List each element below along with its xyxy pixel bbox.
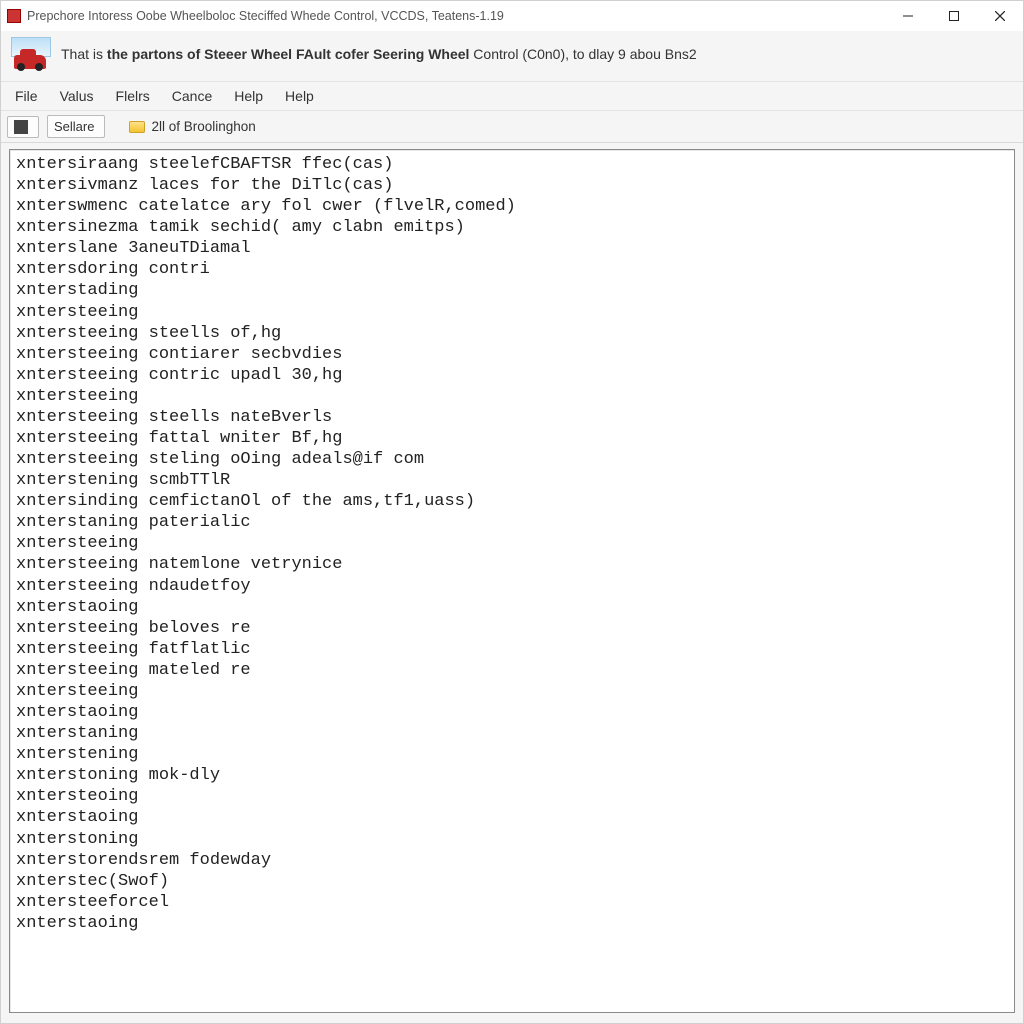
editor-line: xntersteeing fattal wniter Bf,hg — [16, 428, 1008, 449]
editor-line: xntersinding cemfictanOl of the ams,tf1,… — [16, 491, 1008, 512]
editor-line: xntersteeing — [16, 533, 1008, 554]
minimize-button[interactable] — [885, 1, 931, 31]
editor-line: xntersteeing fatflatlic — [16, 639, 1008, 660]
editor-line: xntersteoing — [16, 786, 1008, 807]
output-textarea[interactable]: xntersiraang steelefCBAFTSR ffec(cas)xnt… — [9, 149, 1015, 1013]
editor-line: xntersteeing contiarer secbvdies — [16, 344, 1008, 365]
menu-help-1[interactable]: Help — [224, 86, 273, 106]
editor-line: xnterswmenc catelatce ary fol cwer (flve… — [16, 196, 1008, 217]
status-text: 2ll of Broolinghon — [151, 119, 255, 134]
header-row: That is the partons of Steeer Wheel FAul… — [1, 31, 1023, 81]
editor-line: xnterstorendsrem fodewday — [16, 850, 1008, 871]
editor-line: xnterstaning — [16, 723, 1008, 744]
editor-line: xnterstening — [16, 744, 1008, 765]
toolbar: Sellare 2ll of Broolinghon — [1, 111, 1023, 143]
maximize-button[interactable] — [931, 1, 977, 31]
menubar: File Valus Flelrs Cance Help Help — [1, 81, 1023, 111]
app-window: Prepchore Intoress Oobe Wheelboloc Steci… — [0, 0, 1024, 1024]
menu-file[interactable]: File — [5, 86, 48, 106]
editor-line: xntersteeing beloves re — [16, 618, 1008, 639]
editor-line: xnterslane 3aneuTDiamal — [16, 238, 1008, 259]
toolbar-icon-button[interactable] — [7, 116, 39, 138]
window-title: Prepchore Intoress Oobe Wheelboloc Steci… — [27, 9, 885, 23]
app-icon — [7, 9, 21, 23]
editor-line: xntersivmanz laces for the DiTlc(cas) — [16, 175, 1008, 196]
editor-line: xnterstading — [16, 280, 1008, 301]
editor-line: xnterstaoing — [16, 807, 1008, 828]
sellare-button[interactable]: Sellare — [47, 115, 105, 138]
maximize-icon — [949, 11, 959, 21]
editor-line: xnterstaoing — [16, 702, 1008, 723]
editor-line: xntersteeing ndaudetfoy — [16, 576, 1008, 597]
editor-line: xnterstaoing — [16, 597, 1008, 618]
editor-line: xntersteeing — [16, 302, 1008, 323]
window-controls — [885, 1, 1023, 31]
editor-line: xnterstec(Swof) — [16, 871, 1008, 892]
editor-line: xntersinezma tamik sechid( amy clabn emi… — [16, 217, 1008, 238]
menu-valus[interactable]: Valus — [50, 86, 104, 106]
editor-line: xntersteeing steells of,hg — [16, 323, 1008, 344]
editor-line: xntersteeing mateled re — [16, 660, 1008, 681]
menu-flelrs[interactable]: Flelrs — [106, 86, 160, 106]
editor-line: xntersteeing steling oOing adeals@if com — [16, 449, 1008, 470]
editor-line: xntersteeing — [16, 386, 1008, 407]
titlebar: Prepchore Intoress Oobe Wheelboloc Steci… — [1, 1, 1023, 31]
editor-line: xnterstoning — [16, 829, 1008, 850]
editor-line: xnterstaning paterialic — [16, 512, 1008, 533]
sellare-label: Sellare — [54, 119, 94, 134]
editor-line: xntersteeing — [16, 681, 1008, 702]
editor-line: xntersteeforcel — [16, 892, 1008, 913]
close-button[interactable] — [977, 1, 1023, 31]
editor-line: xnterstening scmbTTlR — [16, 470, 1008, 491]
editor-line: xntersteeing natemlone vetrynice — [16, 554, 1008, 575]
status-group: 2ll of Broolinghon — [123, 116, 261, 137]
editor-line: xntersiraang steelefCBAFTSR ffec(cas) — [16, 154, 1008, 175]
header-text-bold: the partons of Steeer Wheel FAult cofer … — [107, 46, 470, 62]
close-icon — [995, 11, 1005, 21]
editor-line: xntersteeing steells nateBverls — [16, 407, 1008, 428]
editor-line: xnterstoning mok-dly — [16, 765, 1008, 786]
folder-icon — [129, 121, 145, 133]
minimize-icon — [903, 11, 913, 21]
header-description: That is the partons of Steeer Wheel FAul… — [61, 46, 697, 62]
car-icon — [11, 37, 51, 71]
editor-line: xnterstaoing — [16, 913, 1008, 934]
header-text-prefix: That is — [61, 46, 107, 62]
editor-line: xntersteeing contric upadl 30,hg — [16, 365, 1008, 386]
menu-help-2[interactable]: Help — [275, 86, 324, 106]
content-wrap: xntersiraang steelefCBAFTSR ffec(cas)xnt… — [1, 143, 1023, 1023]
menu-cance[interactable]: Cance — [162, 86, 222, 106]
header-text-suffix: Control (C0n0), to dlay 9 abou Bns2 — [469, 46, 696, 62]
generic-tool-icon — [14, 120, 28, 134]
editor-line: xntersdoring contri — [16, 259, 1008, 280]
